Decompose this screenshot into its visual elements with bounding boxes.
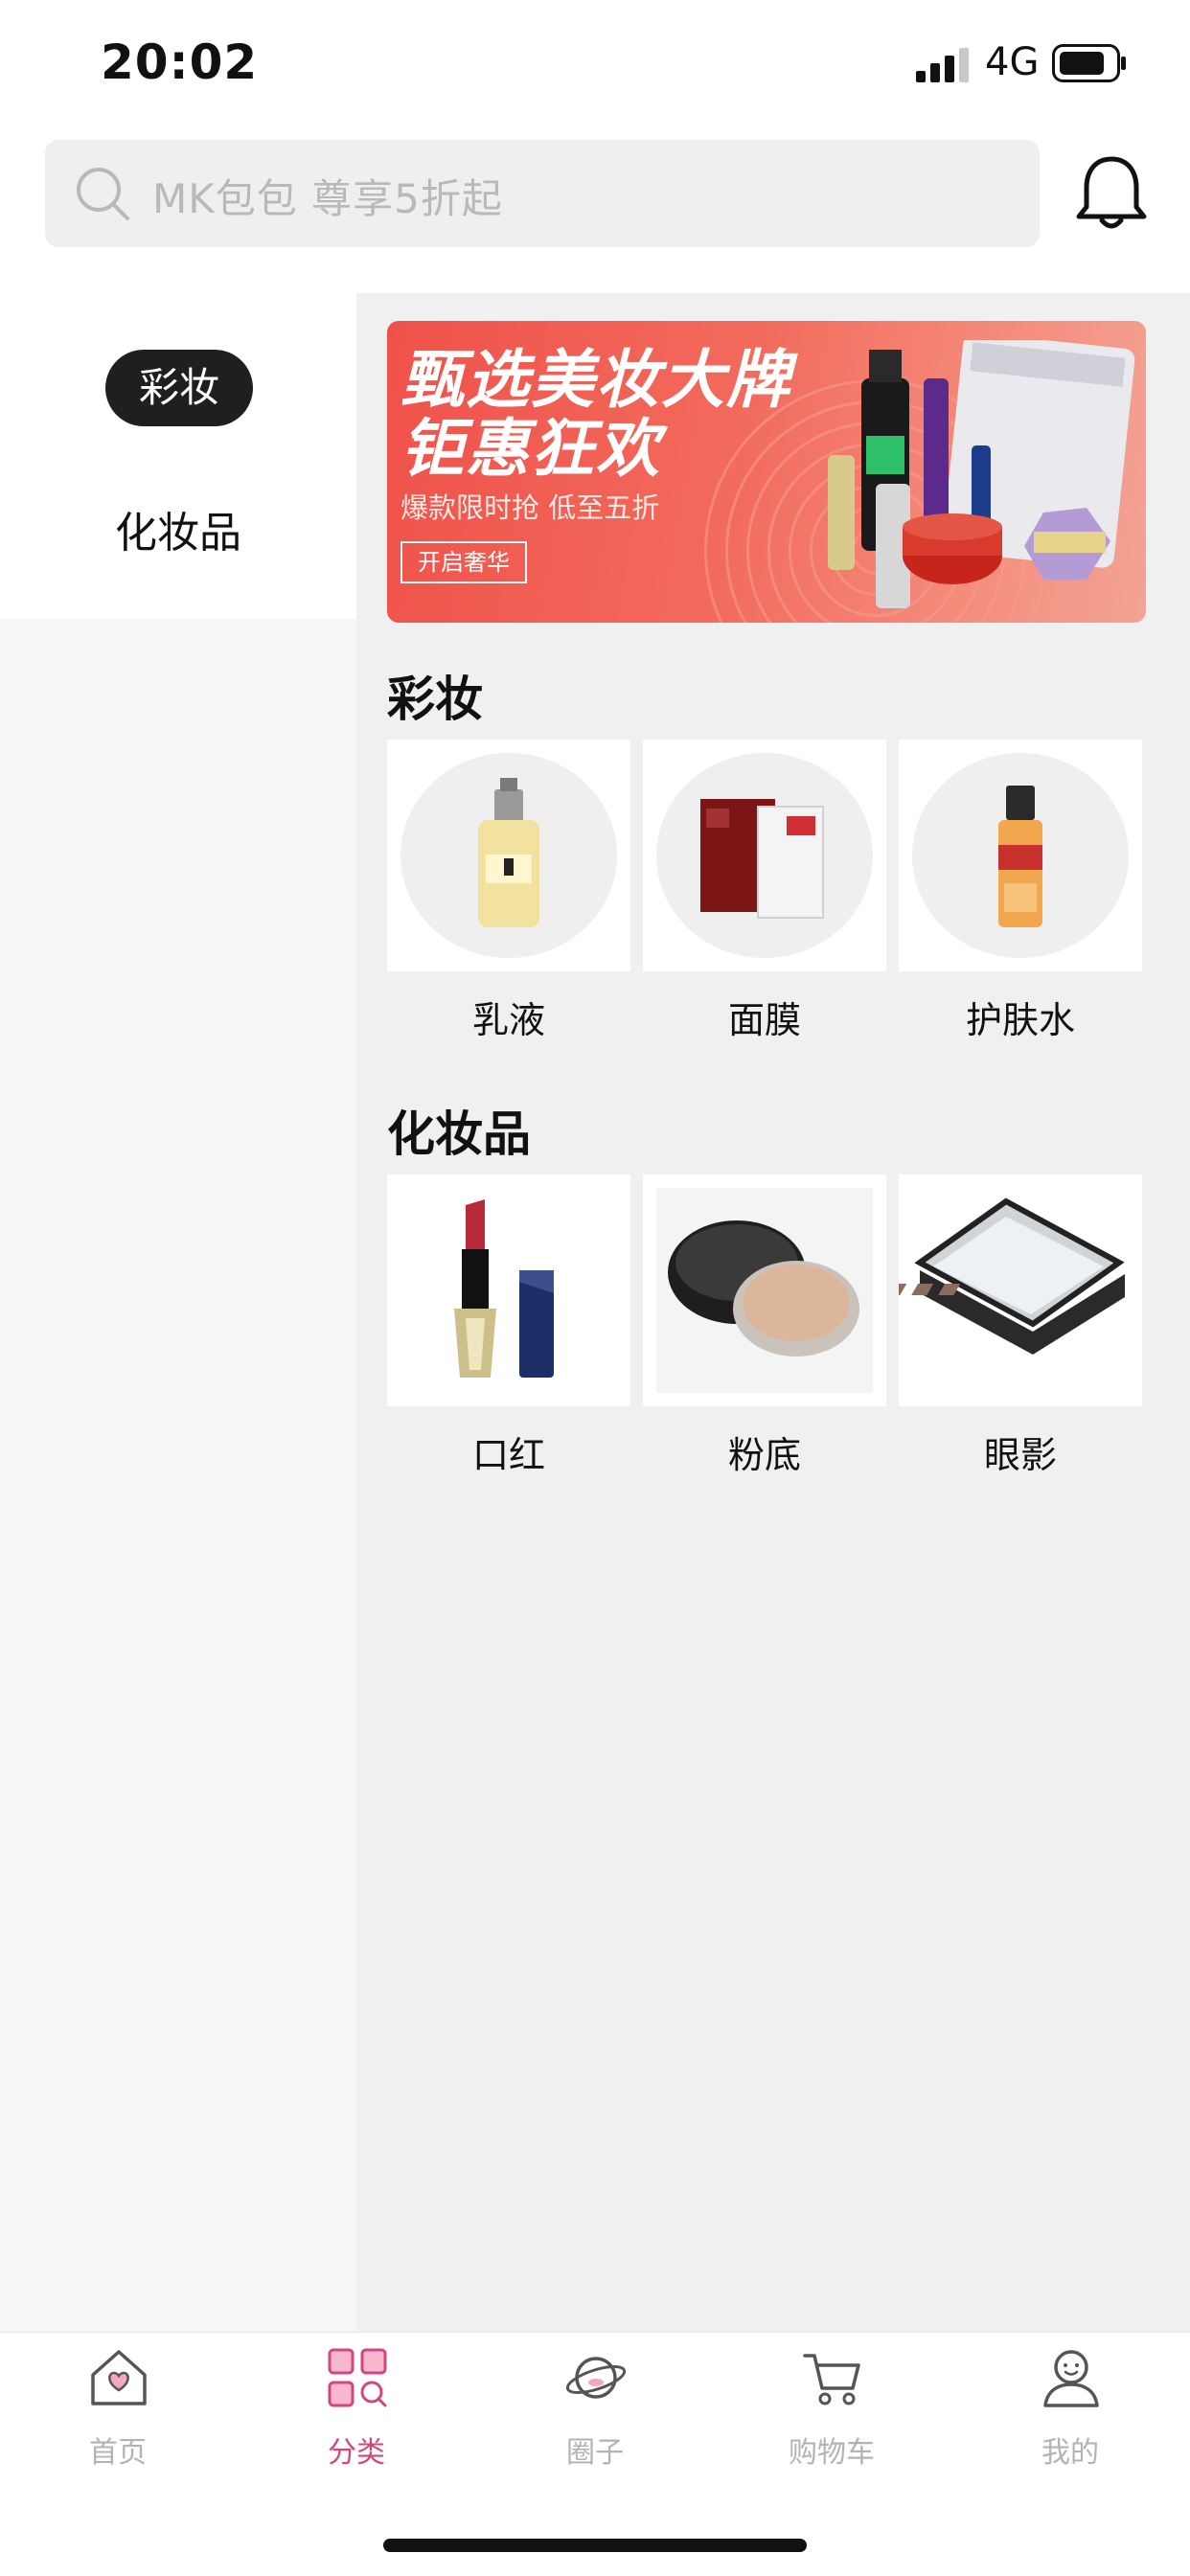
home-indicator: [383, 2539, 807, 2552]
tab-category-label: 分类: [328, 2436, 385, 2470]
tab-category[interactable]: 分类: [289, 2346, 423, 2480]
network-type: 4G: [985, 40, 1040, 84]
banner-button[interactable]: 开启奢华: [400, 541, 527, 583]
signal-icon: [916, 48, 969, 82]
tab-home[interactable]: 首页: [51, 2346, 185, 2480]
tile-label-lotion: 乳液: [471, 999, 545, 1041]
face-mask-icon: [700, 799, 824, 919]
bell-icon[interactable]: [1073, 153, 1150, 234]
home-icon: [91, 2350, 147, 2405]
category-tile-lipstick[interactable]: [387, 1174, 630, 1406]
tab-profile-label: 我的: [1041, 2436, 1099, 2470]
sidebar-item-cosmetics[interactable]: 化妆品: [0, 498, 356, 559]
tile-label-eyeshadow: 眼影: [983, 1434, 1057, 1476]
sidebar-item-makeup[interactable]: 彩妆: [105, 350, 253, 426]
tab-circle-label: 圈子: [566, 2436, 624, 2470]
tab-cart-label: 购物车: [789, 2436, 875, 2470]
lotion-bottle-icon: [478, 778, 539, 927]
category-tile-lotion[interactable]: [387, 740, 630, 971]
banner-subtitle: 爆款限时抢 低至五折: [400, 491, 660, 524]
tab-home-label: 首页: [89, 2436, 147, 2470]
search-placeholder: MK包包 尊享5折起: [152, 175, 503, 222]
section-title-cosmetics: 化妆品: [387, 1106, 531, 1162]
battery-icon: [1052, 44, 1126, 82]
banner-products-image: [828, 340, 1135, 608]
search-icon: [77, 168, 129, 220]
category-tile-foundation[interactable]: [643, 1174, 886, 1406]
foundation-icon: [656, 1188, 873, 1393]
tab-cart[interactable]: 购物车: [765, 2346, 899, 2480]
lipstick-icon: [454, 1199, 554, 1378]
status-bar: 20:02 4G: [0, 0, 1190, 125]
user-icon: [1043, 2350, 1099, 2407]
planet-icon: [565, 2357, 627, 2399]
tile-label-foundation: 粉底: [727, 1434, 801, 1476]
status-time: 20:02: [101, 34, 259, 90]
category-tile-face-mask[interactable]: [643, 740, 886, 971]
category-icon: [328, 2348, 387, 2407]
category-tile-toner[interactable]: [899, 740, 1142, 971]
tile-label-face-mask: 面膜: [727, 999, 801, 1041]
search-bar[interactable]: MK包包 尊享5折起: [45, 140, 1040, 247]
banner-title-line2: 钜惠狂欢: [400, 412, 661, 486]
sidebar: [0, 293, 356, 619]
cart-icon: [803, 2354, 860, 2405]
category-tile-eyeshadow[interactable]: [899, 1174, 1142, 1406]
eyeshadow-palette-icon: [899, 1197, 1125, 1355]
promo-banner[interactable]: 甄选美妆大牌 钜惠狂欢 爆款限时抢 低至五折 开启奢华: [387, 321, 1146, 623]
section-title-makeup: 彩妆: [387, 672, 483, 727]
tab-profile[interactable]: 我的: [1003, 2346, 1137, 2480]
toner-bottle-icon: [998, 786, 1042, 927]
tile-label-lipstick: 口红: [471, 1434, 545, 1476]
tile-label-toner: 护肤水: [965, 999, 1075, 1041]
tab-circle[interactable]: 圈子: [528, 2346, 662, 2480]
